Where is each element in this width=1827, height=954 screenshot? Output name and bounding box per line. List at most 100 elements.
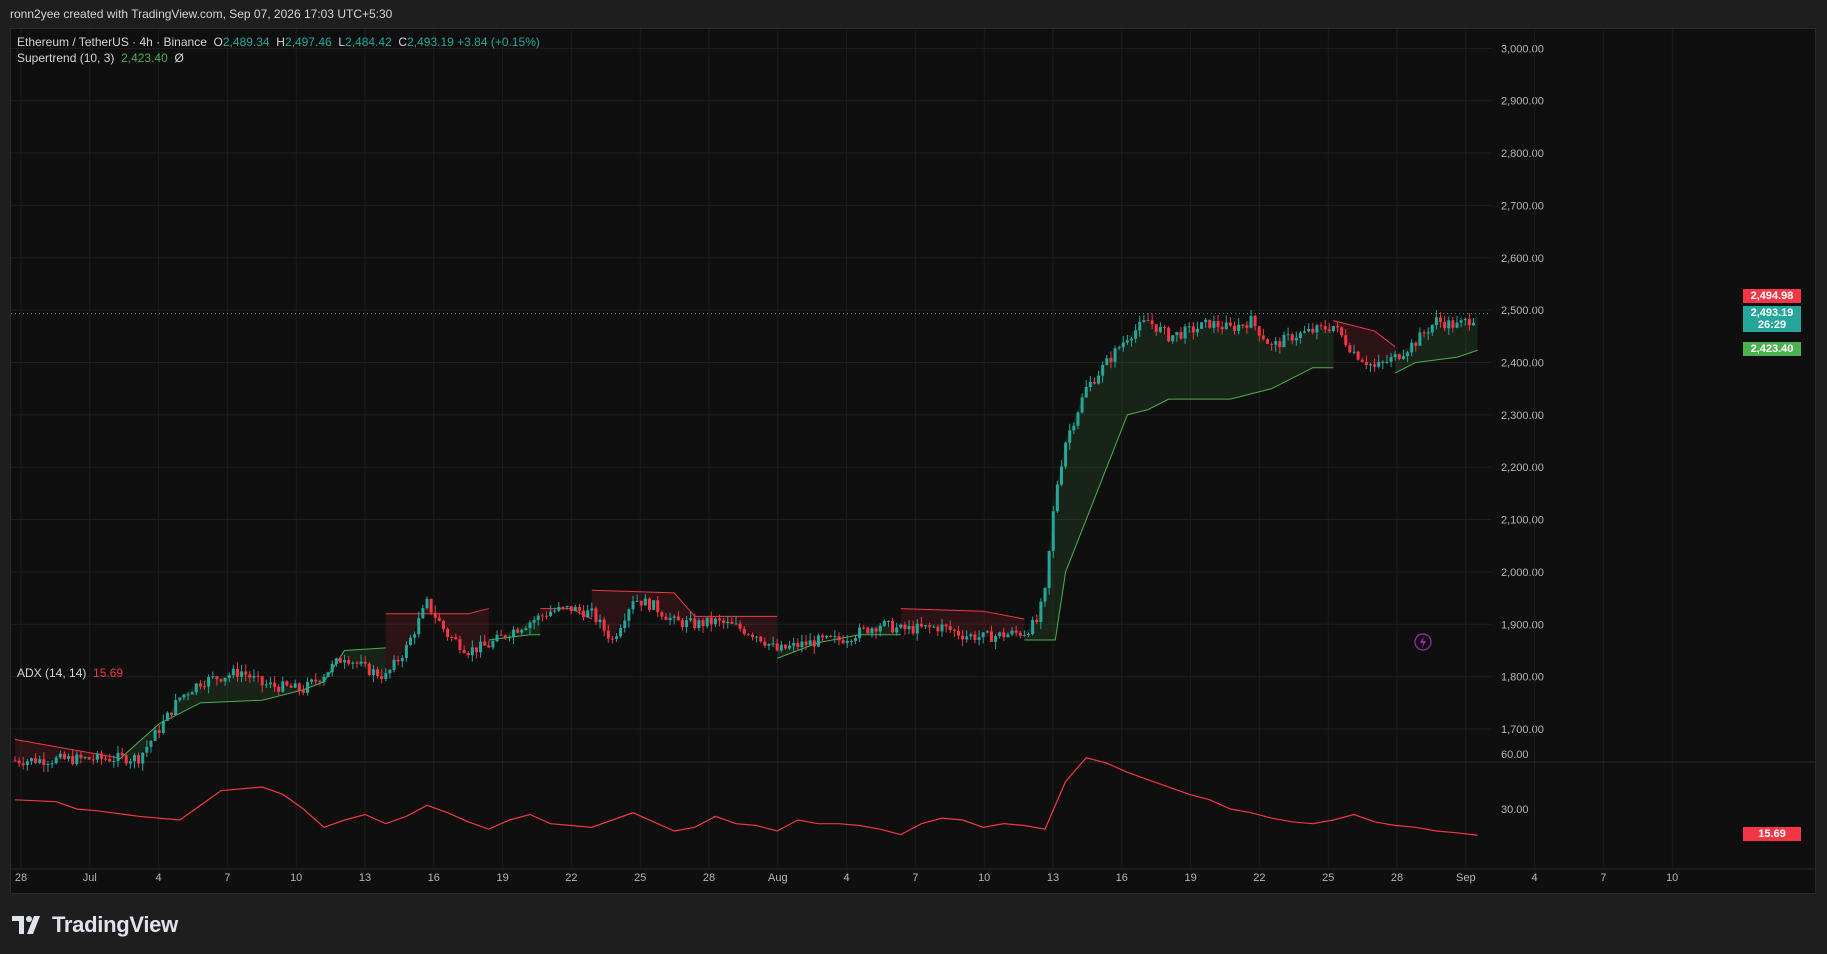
candle-body <box>466 653 470 656</box>
candle-body <box>557 606 561 611</box>
candle-body <box>371 669 375 676</box>
candle-body <box>297 683 301 691</box>
candle-body <box>746 634 750 636</box>
candle-body <box>13 760 17 762</box>
candle-body <box>483 641 487 646</box>
adx-label[interactable]: ADX (14, 14) <box>17 666 86 680</box>
adx-value: 15.69 <box>93 666 124 680</box>
candle-body <box>685 620 689 627</box>
date-tick-label: 13 <box>1047 872 1059 884</box>
candle-body <box>734 623 738 625</box>
candle-body <box>281 681 285 692</box>
candle-body <box>1200 322 1204 329</box>
candle-body <box>223 677 227 682</box>
candle-body <box>532 620 536 623</box>
date-tick-label: 19 <box>496 872 508 884</box>
credit-text: ronn2yee created with TradingView.com, S… <box>10 7 393 21</box>
last-price-tag: 2,493.19 26:29 <box>1743 305 1801 332</box>
candle-body <box>338 658 342 663</box>
candle-body <box>1340 327 1344 336</box>
candle-body <box>1043 588 1047 602</box>
candle-body <box>268 682 272 685</box>
candle-body <box>1307 328 1311 332</box>
candle-body <box>582 610 586 618</box>
adx-line <box>14 756 1478 836</box>
candle-body <box>994 636 998 642</box>
price-tick-label: 3,000.00 <box>1501 43 1544 55</box>
candle-body <box>1298 332 1302 338</box>
candle-body <box>1125 340 1129 343</box>
lightning-icon[interactable] <box>1414 633 1432 651</box>
candle-body <box>21 763 25 766</box>
symbol-name[interactable]: Ethereum / TetherUS · 4h · Binance <box>17 35 207 49</box>
candle-body <box>421 608 425 619</box>
candle-body <box>639 600 643 606</box>
candle-body <box>1282 334 1286 348</box>
candle-body <box>79 754 83 758</box>
supertrend-fill <box>385 603 489 677</box>
candle-body <box>573 607 577 612</box>
candle-body <box>944 624 948 627</box>
price-tick-label: 1,700.00 <box>1501 724 1544 736</box>
tradingview-brand[interactable]: TradingView <box>12 912 178 938</box>
candle-body <box>190 692 194 695</box>
candle-body <box>1059 466 1063 485</box>
chart-area[interactable]: 1,700.00 1,800.00 1,900.00 2,000.00 2,100.00… <box>10 28 1817 895</box>
candle-body <box>417 618 421 635</box>
candle-body <box>1414 342 1418 346</box>
candle-body <box>936 626 940 632</box>
supertrend-price-tag: 2,423.40 <box>1743 342 1801 357</box>
date-tick-label: 22 <box>565 872 577 884</box>
candle-body <box>1208 319 1212 328</box>
candle-body <box>1142 320 1146 322</box>
candle-body <box>713 618 717 625</box>
candle-body <box>104 758 108 760</box>
candle-body <box>487 645 491 648</box>
candle-body <box>240 671 244 677</box>
candle-body <box>520 629 524 633</box>
high-label: H <box>276 35 285 49</box>
candle-body <box>911 626 915 634</box>
candle-body <box>1220 327 1224 330</box>
date-tick-label: 16 <box>428 872 440 884</box>
candle-body <box>1195 328 1199 333</box>
candle-body <box>1278 341 1282 348</box>
candle-body <box>470 647 474 656</box>
supertrend-label[interactable]: Supertrend (10, 3) <box>17 51 114 65</box>
candle-body <box>1471 322 1475 326</box>
candle-body <box>1294 337 1298 341</box>
candle-body <box>29 758 33 762</box>
last-price-value: 2,493.19 <box>1750 306 1794 319</box>
candle-body <box>718 618 722 621</box>
chart-svg[interactable]: 1,700.00 1,800.00 1,900.00 2,000.00 2,100.00… <box>11 29 1817 895</box>
supertrend-value: 2,423.40 <box>121 51 168 65</box>
candle-body <box>722 620 726 624</box>
candle-body <box>128 761 132 764</box>
candle-body <box>680 620 684 627</box>
candle-body <box>1097 375 1101 384</box>
candle-body <box>1241 324 1245 326</box>
candle-body <box>1257 326 1261 336</box>
candle-body <box>647 598 651 610</box>
candle-body <box>932 626 936 628</box>
candle-body <box>285 681 289 686</box>
candle-body <box>219 679 223 682</box>
date-tick-label: 28 <box>1391 872 1403 884</box>
candle-body <box>1364 361 1368 366</box>
candle-body <box>499 634 503 636</box>
candle-body <box>235 668 239 677</box>
candle-body <box>755 636 759 638</box>
supertrend-fill <box>591 590 778 651</box>
candle-body <box>1006 634 1010 638</box>
candle-body <box>862 627 866 629</box>
candle-body <box>355 662 359 664</box>
candle-body <box>1373 364 1377 367</box>
tradingview-logo-icon <box>12 916 40 934</box>
candle-body <box>652 600 656 610</box>
candle-body <box>67 756 71 759</box>
candle-body <box>310 679 314 682</box>
candle-body <box>788 645 792 649</box>
candle-body <box>392 659 396 670</box>
candle-body <box>1175 331 1179 336</box>
candle-body <box>404 645 408 658</box>
